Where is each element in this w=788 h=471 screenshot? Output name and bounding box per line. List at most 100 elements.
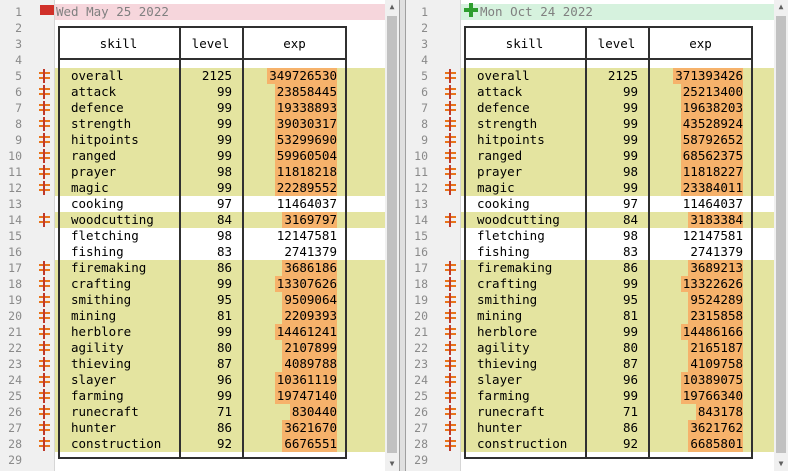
- line-number: 5: [421, 69, 428, 83]
- added-marker-icon: [464, 3, 478, 17]
- diff-change-marker-icon[interactable]: [38, 292, 52, 308]
- scroll-up-arrow-icon[interactable]: ▲: [774, 0, 788, 14]
- diff-change-marker-icon[interactable]: [38, 84, 52, 100]
- diff-change-marker-icon[interactable]: [444, 100, 458, 116]
- diff-change-marker-icon[interactable]: [444, 372, 458, 388]
- skill-name: fishing: [477, 244, 530, 259]
- skill-level: 99: [216, 116, 232, 131]
- diff-change-marker-icon[interactable]: [38, 436, 52, 452]
- diff-change-marker-icon[interactable]: [444, 116, 458, 132]
- skill-level: 83: [216, 244, 232, 259]
- diff-change-marker-icon[interactable]: [444, 148, 458, 164]
- vertical-scrollbar[interactable]: ▲ ▼: [774, 0, 788, 471]
- diff-change-marker-icon[interactable]: [444, 180, 458, 196]
- diff-change-marker-icon[interactable]: [38, 324, 52, 340]
- diff-change-marker-icon[interactable]: [38, 308, 52, 324]
- skill-exp: 4109758: [690, 356, 743, 371]
- diff-change-marker-icon[interactable]: [38, 100, 52, 116]
- diff-change-marker-icon[interactable]: [444, 292, 458, 308]
- diff-change-marker-icon[interactable]: [444, 436, 458, 452]
- column-header-level[interactable]: level: [179, 36, 242, 52]
- skill-exp: 19638203: [682, 100, 743, 115]
- skill-level: 99: [622, 180, 638, 195]
- skill-exp: 6685801: [690, 436, 743, 451]
- skill-name: fletching: [477, 228, 545, 243]
- skill-level: 99: [216, 324, 232, 339]
- diff-change-marker-icon[interactable]: [444, 340, 458, 356]
- line-number: 7: [421, 101, 428, 115]
- diff-change-marker-icon[interactable]: [444, 324, 458, 340]
- pane-splitter[interactable]: [399, 0, 406, 471]
- diff-change-marker-icon[interactable]: [444, 164, 458, 180]
- skill-level: 99: [622, 388, 638, 403]
- line-number: 22: [8, 341, 22, 355]
- skill-name: hitpoints: [71, 132, 139, 147]
- skill-level: 92: [216, 436, 232, 451]
- skill-exp: 22289552: [276, 180, 337, 195]
- skill-exp: 11818218: [276, 164, 337, 179]
- left-diff-pane[interactable]: 1 2 3 4 5 6 7 8 9 10 11 12 13 14 15 16 17 18 19 20 21 22 23 24 2…: [0, 0, 399, 471]
- column-header-exp[interactable]: exp: [648, 36, 753, 52]
- diff-change-marker-icon[interactable]: [38, 132, 52, 148]
- diff-change-marker-icon[interactable]: [38, 164, 52, 180]
- line-number: 16: [414, 245, 428, 259]
- diff-change-marker-icon[interactable]: [444, 420, 458, 436]
- scrollbar-thumb[interactable]: [387, 16, 397, 453]
- diff-change-marker-icon[interactable]: [444, 356, 458, 372]
- line-number: 26: [414, 405, 428, 419]
- diff-change-marker-icon[interactable]: [444, 308, 458, 324]
- column-header-exp[interactable]: exp: [242, 36, 347, 52]
- line-number: 2: [15, 21, 22, 35]
- column-header-level[interactable]: level: [585, 36, 648, 52]
- skill-name: farming: [477, 388, 530, 403]
- diff-change-marker-icon[interactable]: [38, 404, 52, 420]
- skill-exp: 3621762: [690, 420, 743, 435]
- skill-name: prayer: [477, 164, 523, 179]
- skill-exp: 2107899: [284, 340, 337, 355]
- right-diff-pane[interactable]: 1 2 3 4 5 6 7 8 9 10 11 12 13 14 15 16 17 18 19 20 21 22 23 24 2…: [406, 0, 788, 471]
- skill-level: 98: [622, 164, 638, 179]
- diff-change-marker-icon[interactable]: [444, 68, 458, 84]
- skill-level: 99: [622, 148, 638, 163]
- diff-change-marker-icon[interactable]: [444, 260, 458, 276]
- skill-level: 81: [622, 308, 638, 323]
- diff-change-marker-icon[interactable]: [444, 276, 458, 292]
- skill-exp: 349726530: [269, 68, 337, 83]
- diff-change-marker-icon[interactable]: [38, 420, 52, 436]
- diff-change-marker-icon[interactable]: [38, 148, 52, 164]
- vertical-scrollbar[interactable]: ▲ ▼: [385, 0, 399, 471]
- scroll-down-arrow-icon[interactable]: ▼: [385, 457, 399, 471]
- skill-exp: 58792652: [682, 132, 743, 147]
- skill-exp: 14461241: [276, 324, 337, 339]
- skill-name: crafting: [71, 276, 132, 291]
- diff-change-marker-icon[interactable]: [38, 116, 52, 132]
- skill-level: 98: [216, 228, 232, 243]
- skill-name: cooking: [71, 196, 124, 211]
- diff-change-marker-icon[interactable]: [38, 260, 52, 276]
- diff-change-marker-icon[interactable]: [38, 388, 52, 404]
- diff-change-marker-icon[interactable]: [38, 68, 52, 84]
- scroll-up-arrow-icon[interactable]: ▲: [385, 0, 399, 14]
- skill-name: ranged: [477, 148, 523, 163]
- column-header-skill[interactable]: skill: [464, 36, 585, 52]
- skill-name: attack: [477, 84, 523, 99]
- diff-change-marker-icon[interactable]: [444, 388, 458, 404]
- diff-change-marker-icon[interactable]: [38, 180, 52, 196]
- diff-change-marker-icon[interactable]: [444, 84, 458, 100]
- column-header-skill[interactable]: skill: [58, 36, 179, 52]
- diff-change-marker-icon[interactable]: [38, 212, 52, 228]
- skill-exp: 9524289: [690, 292, 743, 307]
- scrollbar-thumb[interactable]: [776, 16, 786, 453]
- diff-change-marker-icon[interactable]: [38, 276, 52, 292]
- skill-name: agility: [477, 340, 530, 355]
- diff-change-marker-icon[interactable]: [444, 404, 458, 420]
- diff-change-marker-icon[interactable]: [38, 356, 52, 372]
- diff-change-marker-icon[interactable]: [444, 212, 458, 228]
- diff-change-marker-icon[interactable]: [444, 132, 458, 148]
- skill-exp: 14486166: [682, 324, 743, 339]
- skill-name: slayer: [71, 372, 117, 387]
- diff-change-marker-icon[interactable]: [38, 340, 52, 356]
- skill-level: 2125: [607, 68, 638, 83]
- scroll-down-arrow-icon[interactable]: ▼: [774, 457, 788, 471]
- diff-change-marker-icon[interactable]: [38, 372, 52, 388]
